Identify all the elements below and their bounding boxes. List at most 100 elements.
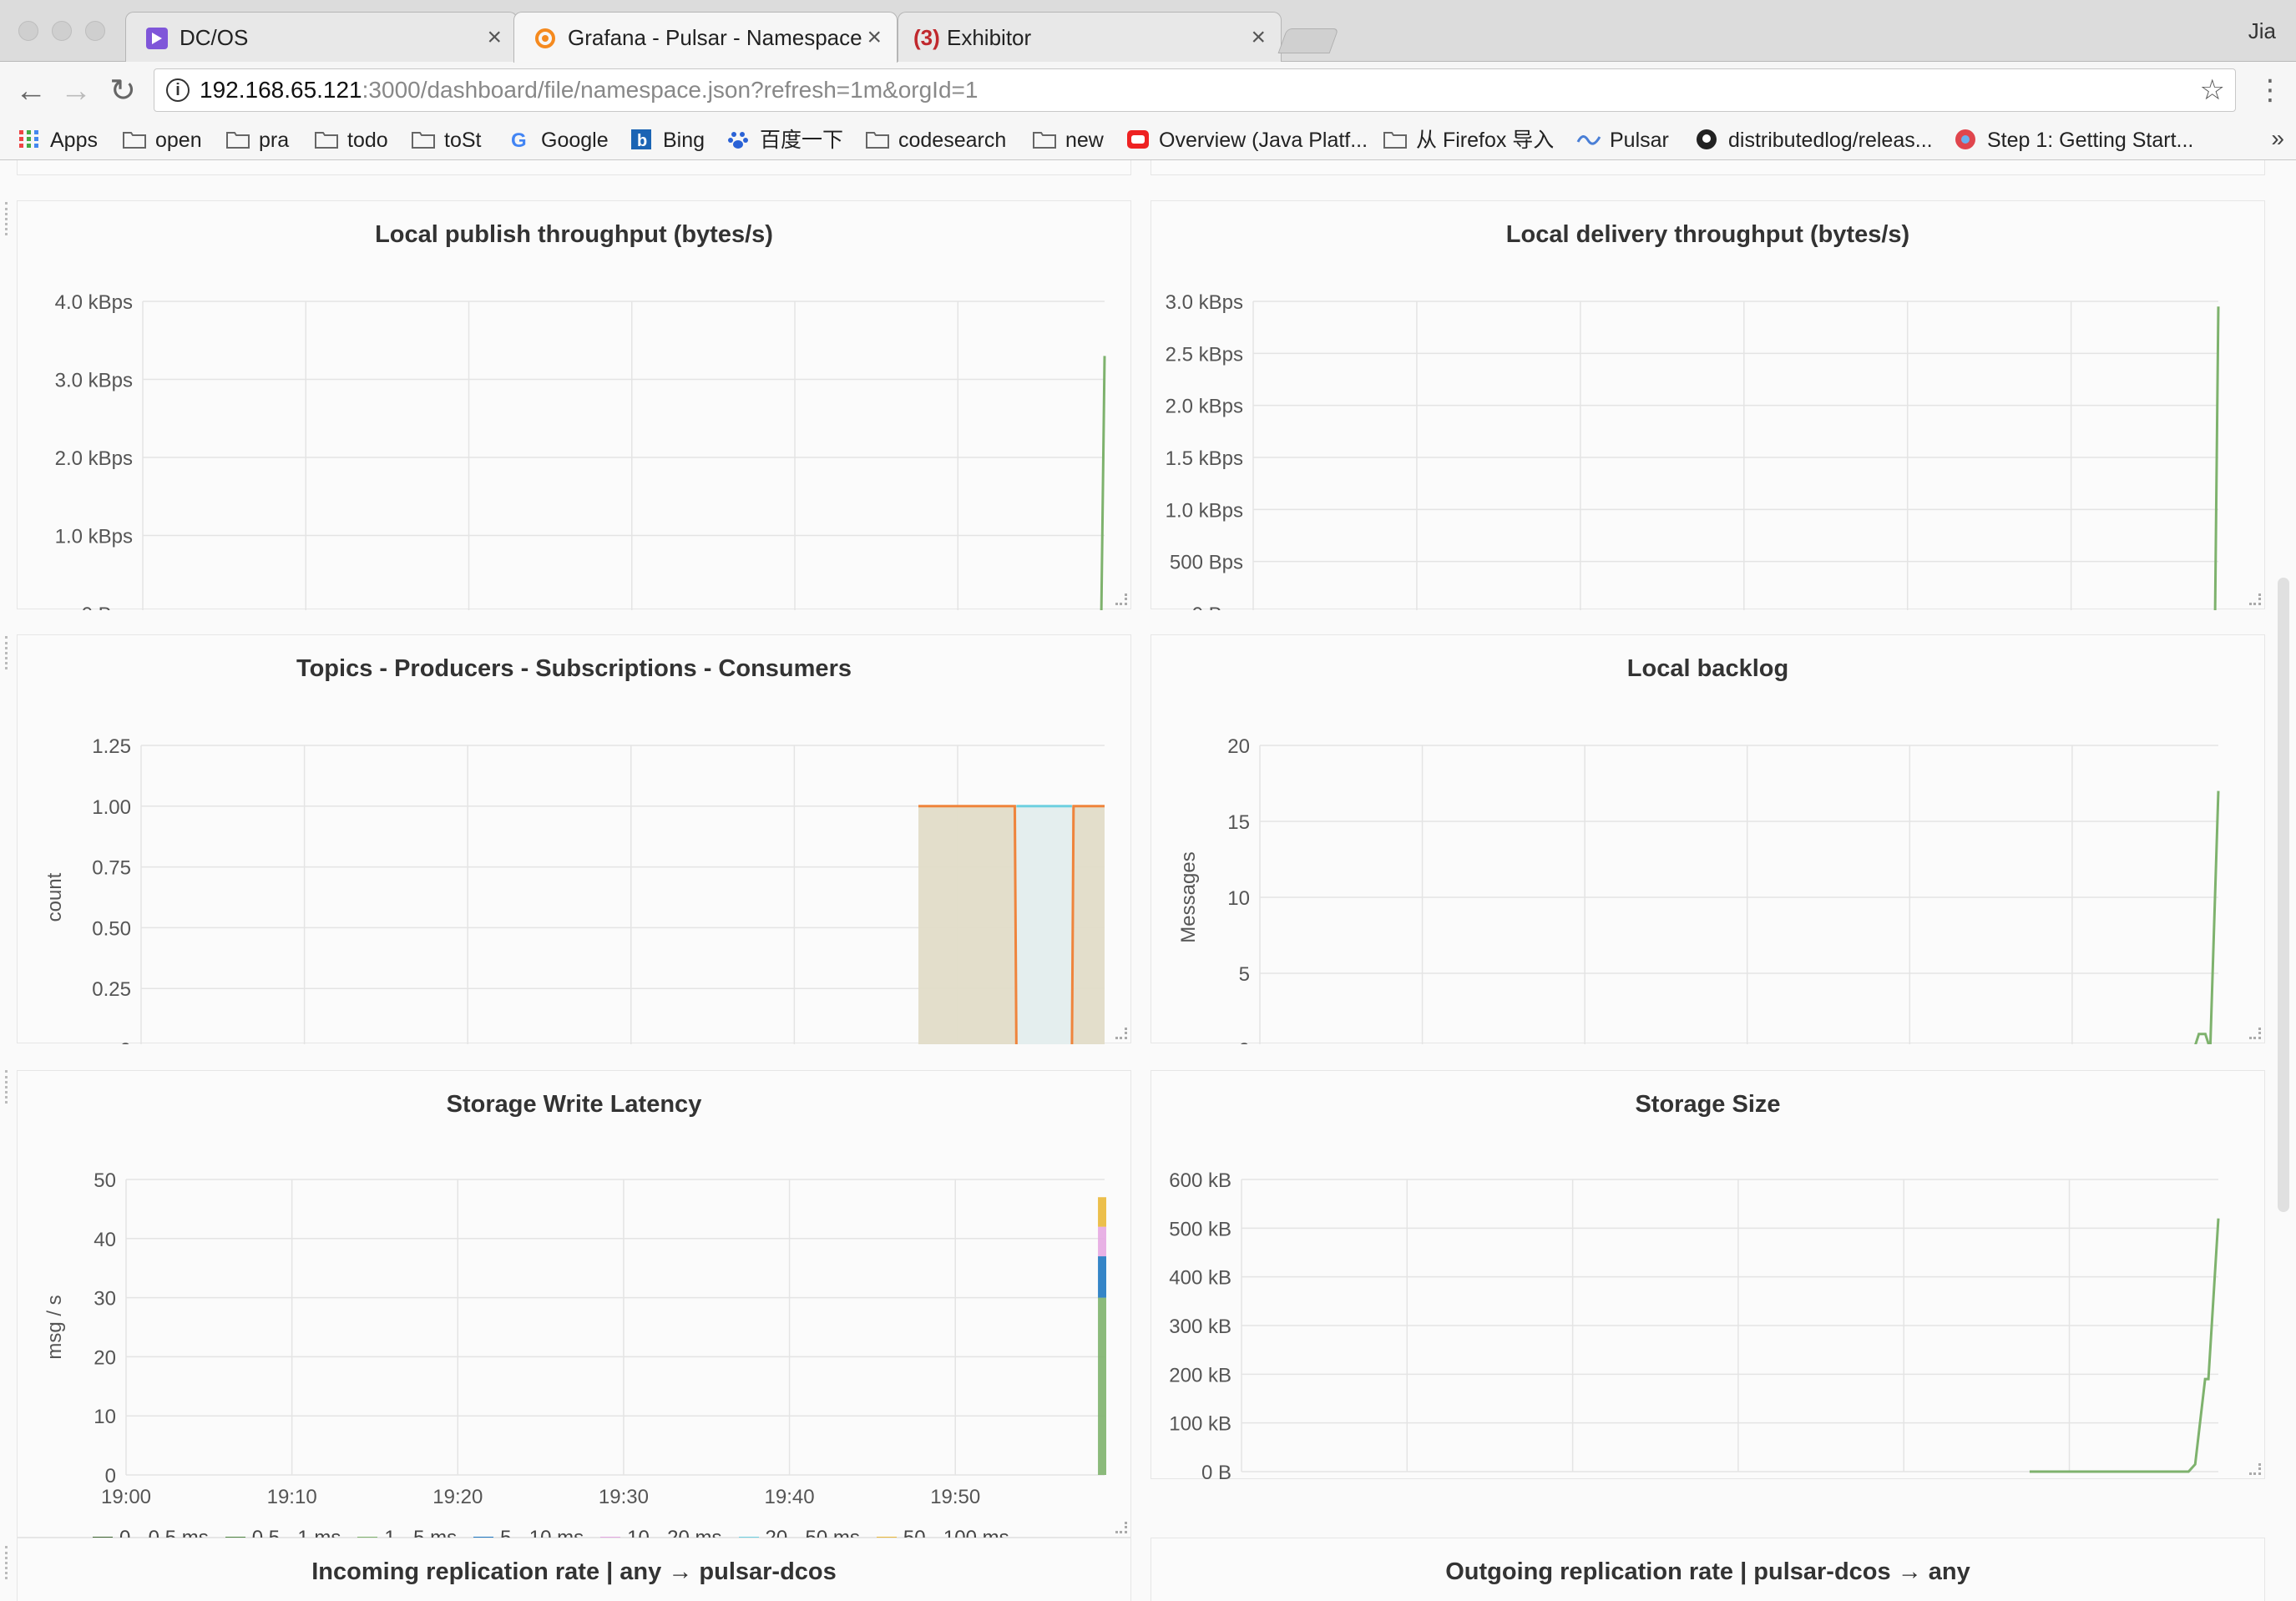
panel-storage[interactable]: 0 B100 kB200 kB300 kB400 kB500 kB600 kB1… [1151,1070,2265,1480]
panel-title[interactable]: Incoming replication rate | any → pulsar… [18,1558,1130,1586]
panel-title[interactable]: Local backlog [1151,655,2264,683]
y-tick-label: 0 Bps [82,604,133,610]
row-drag-handle[interactable] [5,202,10,235]
close-tab-icon[interactable]: × [487,13,502,62]
panel-latency[interactable]: 0 10 20 30 40 50 19:00 19:10 19:20 19:30 19:40 19:5… [17,1070,1131,1573]
y-tick-label: 10 [1227,887,1250,910]
y-tick-label: 10 [94,1406,116,1428]
profile-name[interactable]: Jia [2248,18,2276,44]
bookmark-label: Apps [50,129,98,152]
back-arrow-icon[interactable]: ← [12,72,50,110]
bookmark-1[interactable]: open [122,125,202,155]
bookmark-label: distributedlog/releas... [1728,129,1933,152]
bookmark-7[interactable]: 百度一下 [726,125,843,155]
browser-chrome: DC/OS × Grafana - Pulsar - Namespace × (… [0,0,2296,160]
info-icon[interactable]: i [166,78,190,102]
bookmark-5[interactable]: G Google [508,125,609,155]
close-window-button[interactable] [18,21,38,41]
y-tick-label: 0.25 [92,978,131,1001]
panel-title[interactable]: Storage Write Latency [18,1091,1130,1119]
y-tick-label: 15 [1227,811,1250,834]
svg-text:b: b [637,132,647,150]
bookmark-star-icon[interactable]: ☆ [2200,69,2225,111]
maximize-window-button[interactable] [85,21,105,41]
y-tick-label: 1.0 kBps [55,526,133,548]
panel-title[interactable]: Local publish throughput (bytes/s) [18,221,1130,249]
panel-resize-handle[interactable] [1115,1028,1127,1039]
grafana-dashboard: 0 Bps 1.0 kBps 2.0 kBps 3.0 kBps 4.0 kBps 19:… [0,160,2296,1601]
bookmark-2[interactable]: pra [225,125,289,155]
panel-resize-handle[interactable] [2249,593,2261,605]
area-fill [918,806,1105,1044]
row-drag-handle[interactable] [5,636,10,669]
minimize-window-button[interactable] [52,21,72,41]
reload-icon[interactable]: ↻ [104,72,142,110]
x-tick-label: 19:00 [101,1486,151,1508]
address-bar[interactable]: i 192.168.65.121:3000/dashboard/file/nam… [154,68,2236,112]
panel-resize-handle[interactable] [2249,1463,2261,1475]
chart-counts: 00.250.500.751.001.2519:0019:1019:2019:3… [43,735,1105,1044]
bookmark-label: Pulsar [1610,129,1669,152]
series-line [1100,356,1106,610]
bookmark-label: 从 Firefox 导入 [1416,129,1555,152]
browser-toolbar: ← → ↻ i 192.168.65.121:3000/dashboard/fi… [0,62,2296,120]
exhibitor-icon: (3) [913,25,940,50]
tab-dcos[interactable]: DC/OS × [125,12,518,62]
bookmark-8[interactable]: codesearch [865,125,1006,155]
y-axis-label: count [43,872,66,922]
page-scrollbar[interactable] [2278,578,2289,1212]
panel-outgoing[interactable]: 1.00Outgoing replication rate | pulsar-d… [1151,1538,2265,1601]
panel-title[interactable]: Storage Size [1151,1091,2264,1119]
bookmark-label: new [1065,129,1104,152]
bookmark-3[interactable]: todo [314,125,388,155]
close-tab-icon[interactable]: × [1251,13,1266,62]
panel-title[interactable]: Topics - Producers - Subscriptions - Con… [18,655,1130,683]
panel-cut-off [17,160,1131,175]
panel-delivery[interactable]: 0 Bps 500 Bps 1.0 kBps 1.5 kBps 2.0 kBps 2.5 … [1151,200,2265,610]
svg-text:G: G [511,129,527,150]
y-tick-label: 1.25 [92,735,131,758]
bookmark-13[interactable]: distributedlog/releas... [1695,125,1933,155]
panel-backlog[interactable]: 0510152019:0019:1019:2019:3019:4019:50Me… [1151,634,2265,1044]
y-tick-label: 0 [120,1039,131,1044]
bookmark-14[interactable]: Step 1: Getting Start... [1954,125,2193,155]
y-axis-label: msg / s [43,1295,66,1359]
menu-kebab-icon[interactable]: ⋮ [2256,73,2284,107]
panel-resize-handle[interactable] [2249,1028,2261,1039]
bookmark-label: Overview (Java Platf... [1159,129,1368,152]
bookmark-6[interactable]: b Bing [630,125,705,155]
chart-storage: 0 B100 kB200 kB300 kB400 kB500 kB600 kB1… [1169,1169,2220,1480]
tab-grafana[interactable]: Grafana - Pulsar - Namespace × [513,12,898,63]
x-tick-label: 19:40 [765,1486,815,1508]
bookmark-11[interactable]: 从 Firefox 导入 [1383,125,1554,155]
bookmark-label: codesearch [898,129,1007,152]
new-tab-button[interactable] [1277,28,1339,53]
y-tick-label: 5 [1239,963,1250,986]
bookmark-0[interactable]: Apps [17,125,98,155]
bookmarks-overflow-icon[interactable]: » [2271,125,2284,152]
bookmarks-bar: Apps open pra todo toSt G Google b Bing 百度一下 codes… [0,120,2296,160]
panel-title[interactable]: Local delivery throughput (bytes/s) [1151,221,2264,249]
close-tab-icon[interactable]: × [867,13,882,63]
panel-publish[interactable]: 0 Bps1.0 kBps2.0 kBps3.0 kBps4.0 kBps19:… [17,200,1131,610]
panel-resize-handle[interactable] [1115,1522,1127,1533]
panel-cut-off [1151,160,2265,175]
panel-resize-handle[interactable] [1115,593,1127,605]
forward-arrow-icon[interactable]: → [57,72,95,110]
bookmark-label: toSt [444,129,482,152]
url-host: 192.168.65.121 [200,77,362,103]
bookmark-10[interactable]: Overview (Java Platf... [1125,125,1368,155]
folder-icon [315,132,338,149]
y-tick-label: 0.75 [92,857,131,880]
row-drag-handle[interactable] [5,1546,10,1579]
y-tick-label: 2.5 kBps [1166,343,1243,366]
bookmark-4[interactable]: toSt [411,125,481,155]
bookmark-9[interactable]: new [1032,125,1104,155]
panel-title[interactable]: Outgoing replication rate | pulsar-dcos … [1151,1558,2264,1586]
row-drag-handle[interactable] [5,1070,10,1104]
tab-exhibitor[interactable]: (3) Exhibitor × [898,12,1282,62]
panel-counts[interactable]: 00.250.500.751.001.2519:0019:1019:2019:3… [17,634,1131,1044]
panel-incoming[interactable]: 1.00Incoming replication rate | any → pu… [17,1538,1131,1601]
bookmark-label: 百度一下 [760,129,844,152]
bookmark-12[interactable]: Pulsar [1576,125,1669,155]
